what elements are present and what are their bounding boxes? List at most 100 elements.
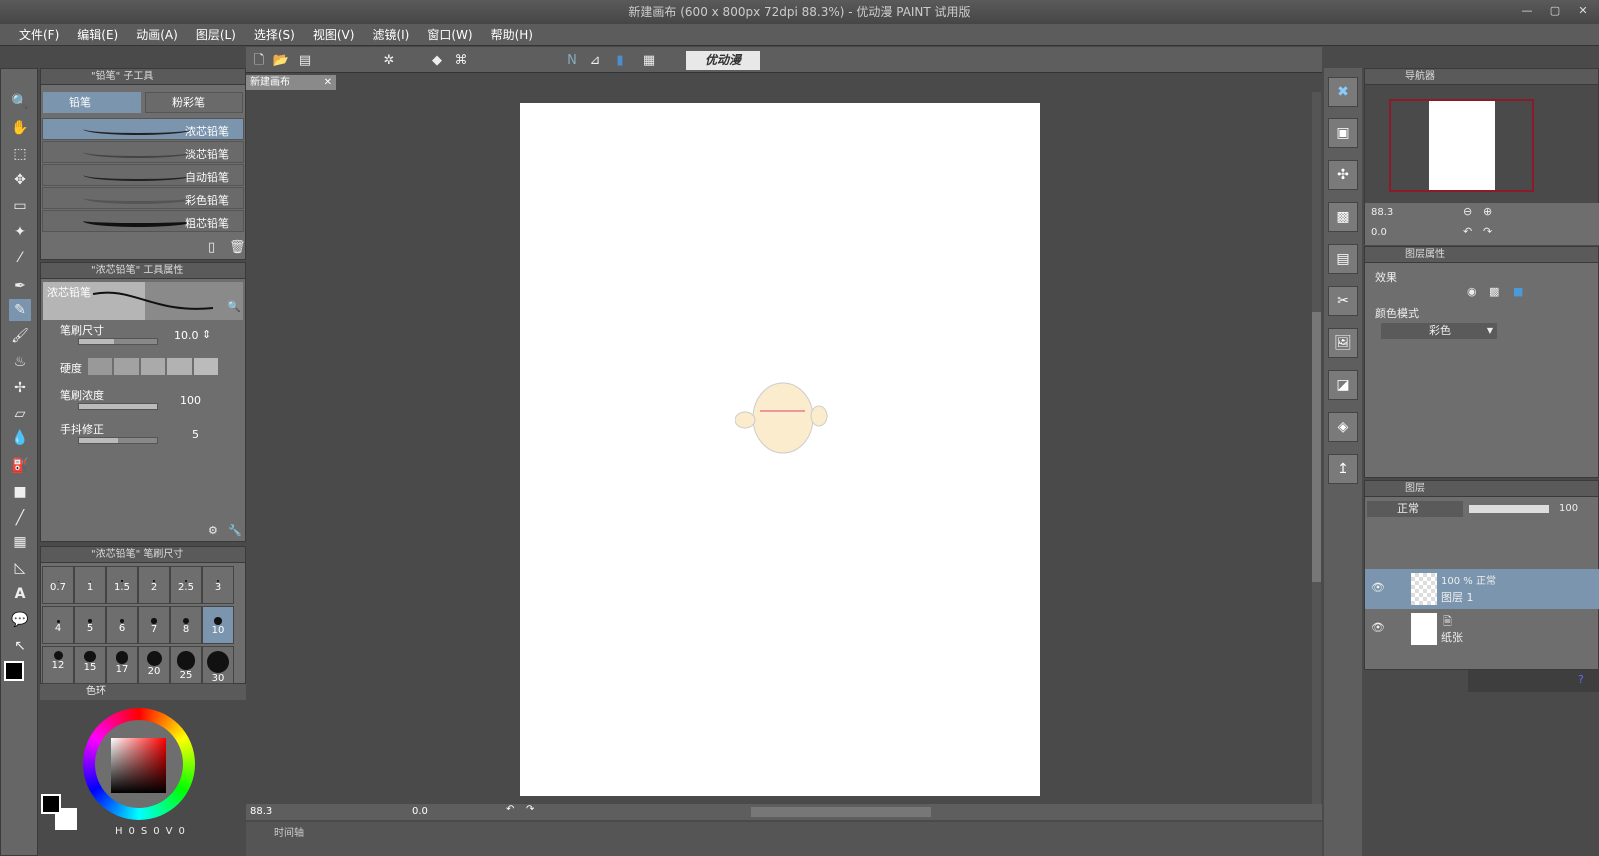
help-icon[interactable]: ? (1578, 673, 1584, 686)
density-slider[interactable] (78, 403, 158, 410)
tab-navigator[interactable]: 导航器 (1405, 71, 1435, 82)
brush-item-thick-pencil[interactable]: 粗芯铅笔 (42, 210, 244, 232)
color-square[interactable] (111, 738, 166, 793)
border-effect-icon[interactable]: ◉ (1467, 285, 1477, 298)
maximize-button[interactable]: ▢ (1546, 4, 1564, 18)
density-value[interactable]: 100 (180, 394, 201, 407)
stabilization-slider[interactable] (78, 437, 158, 444)
navigator-zoom-value[interactable]: 88.3 (1371, 207, 1393, 218)
material-icon-2[interactable]: ✣ (1328, 160, 1358, 190)
selection-tool-icon[interactable]: ▭ (9, 195, 31, 217)
magic-wand-icon[interactable]: ✦ (9, 221, 31, 243)
brush-size-option[interactable]: 10 (202, 606, 234, 644)
brush-size-option[interactable]: 2.5 (170, 566, 202, 604)
brush-size-option[interactable]: 30 (202, 646, 234, 684)
wrench-icon[interactable]: 🔧 (228, 524, 242, 537)
snap-icon[interactable]: ▮ (611, 52, 629, 70)
eyedropper-icon[interactable]: ⁄ (9, 247, 31, 269)
frame-icon[interactable]: ▦ (9, 531, 31, 553)
ruler-icon[interactable]: ◺ (9, 557, 31, 579)
gradient-icon[interactable]: ■ (9, 481, 31, 503)
brush-size-option[interactable]: 25 (170, 646, 202, 684)
main-color-swatch[interactable] (4, 661, 24, 681)
brush-size-option[interactable]: 2 (138, 566, 170, 604)
brush-size-option[interactable]: 3 (202, 566, 234, 604)
visibility-eye-icon[interactable]: 👁 (1371, 621, 1385, 634)
brush-item-light-pencil[interactable]: 淡芯铅笔 (42, 141, 244, 163)
color-wheel[interactable] (83, 708, 195, 820)
color-main-swatch[interactable] (41, 794, 61, 814)
figure-icon[interactable]: ╱ (9, 507, 31, 529)
fill-tool-icon[interactable]: ⛽ (9, 455, 31, 477)
zoom-tool-icon[interactable]: 🔍 (9, 91, 31, 113)
delete-subtool-icon[interactable]: 🗑 (229, 240, 246, 255)
snap-ruler-icon[interactable]: N (563, 52, 581, 70)
new-file-icon[interactable]: 🗋 (250, 52, 268, 70)
airbrush-icon[interactable]: ♨ (9, 351, 31, 373)
material-3d-icon[interactable]: ◈ (1328, 412, 1358, 442)
hardness-selector[interactable] (88, 358, 219, 375)
tab-pencil[interactable]: 铅笔 (43, 92, 141, 113)
pen-tool-icon[interactable]: ✒ (9, 275, 31, 297)
tab-pastel[interactable]: 粉彩笔 (145, 92, 243, 113)
brush-size-slider[interactable] (78, 338, 158, 345)
open-file-icon[interactable]: 📂 (272, 52, 290, 70)
tab-color-wheel[interactable]: 色环 (86, 686, 106, 697)
save-icon[interactable]: ▤ (296, 52, 314, 70)
zoom-in-icon[interactable]: ⊕ (1483, 205, 1492, 218)
operation-tool-icon[interactable]: ⬚ (9, 143, 31, 165)
visibility-eye-icon[interactable]: 👁 (1371, 581, 1385, 594)
zoom-out-icon[interactable]: ⊖ (1463, 205, 1472, 218)
brush-size-option[interactable]: 20 (138, 646, 170, 684)
material-icon-1[interactable]: ▣ (1328, 118, 1358, 148)
correct-line-icon[interactable]: ↖ (9, 635, 31, 657)
brush-size-option[interactable]: 4 (42, 606, 74, 644)
fill-icon[interactable]: ◆ (428, 52, 446, 70)
layer-row[interactable]: 👁 100 % 正常 图层 1 (1365, 569, 1599, 609)
tab-canvas[interactable]: 新建画布 ✕ (246, 75, 336, 90)
move-tool-icon[interactable]: ✥ (9, 169, 31, 191)
clear-icon[interactable]: ✲ (380, 52, 398, 70)
rotate-left-icon[interactable]: ↶ (1463, 225, 1472, 238)
tab-layer[interactable]: 图层 (1405, 483, 1425, 494)
preview-zoom-icon[interactable]: 🔍 (227, 300, 241, 313)
color-mode-dropdown[interactable]: 彩色 ▼ (1381, 323, 1497, 339)
stabilization-value[interactable]: 5 (192, 428, 199, 441)
minimize-button[interactable]: — (1518, 4, 1536, 18)
pencil-tool-icon[interactable]: ✎ (9, 299, 31, 321)
menu-filter[interactable]: 滤镜(I) (363, 26, 418, 43)
brush-size-option[interactable]: 0.7 (42, 566, 74, 604)
new-subtool-icon[interactable]: ▯ (208, 240, 215, 255)
brush-size-option[interactable]: 6 (106, 606, 138, 644)
brush-size-option[interactable]: 1 (74, 566, 106, 604)
spinner-icon[interactable]: ⇕ (202, 328, 211, 341)
vertical-scrollbar[interactable] (1312, 92, 1321, 804)
menu-view[interactable]: 视图(V) (304, 26, 364, 43)
horizontal-scrollbar[interactable] (751, 807, 931, 817)
brush-size-option[interactable]: 15 (74, 646, 106, 684)
text-tool-icon[interactable]: A (9, 583, 31, 605)
material-image-icon[interactable]: 🖼 (1328, 328, 1358, 358)
brush-item-color-pencil[interactable]: 彩色铅笔 (42, 187, 244, 209)
rotation-value[interactable]: 0.0 (412, 806, 428, 817)
close-material-icon[interactable]: ✖ (1328, 77, 1358, 107)
menu-select[interactable]: 选择(S) (245, 26, 304, 43)
tone-effect-icon[interactable]: ▩ (1489, 285, 1499, 298)
menu-animation[interactable]: 动画(A) (127, 26, 187, 43)
transform-icon[interactable]: ⌘ (452, 52, 470, 70)
material-icon-7[interactable]: ◪ (1328, 370, 1358, 400)
brush-item-auto-pencil[interactable]: 自动铅笔 (42, 164, 244, 186)
close-tab-icon[interactable]: ✕ (324, 75, 332, 90)
balloon-icon[interactable]: 💬 (9, 609, 31, 631)
brush-size-option[interactable]: 8 (170, 606, 202, 644)
rotate-right-icon[interactable]: ↷ (1483, 225, 1492, 238)
material-icon-4[interactable]: ▤ (1328, 244, 1358, 274)
snap-grid-icon[interactable]: ⊿ (586, 52, 604, 70)
preview-icon[interactable]: ▦ (640, 52, 658, 70)
opacity-value[interactable]: 100 (1559, 503, 1578, 514)
brush-tool-icon[interactable]: 🖌 (9, 325, 31, 347)
brush-size-option[interactable]: 5 (74, 606, 106, 644)
tab-timeline[interactable]: 时间轴 (274, 824, 304, 839)
canvas[interactable] (520, 103, 1040, 796)
rotate-left-icon[interactable]: ↶ (506, 804, 514, 815)
